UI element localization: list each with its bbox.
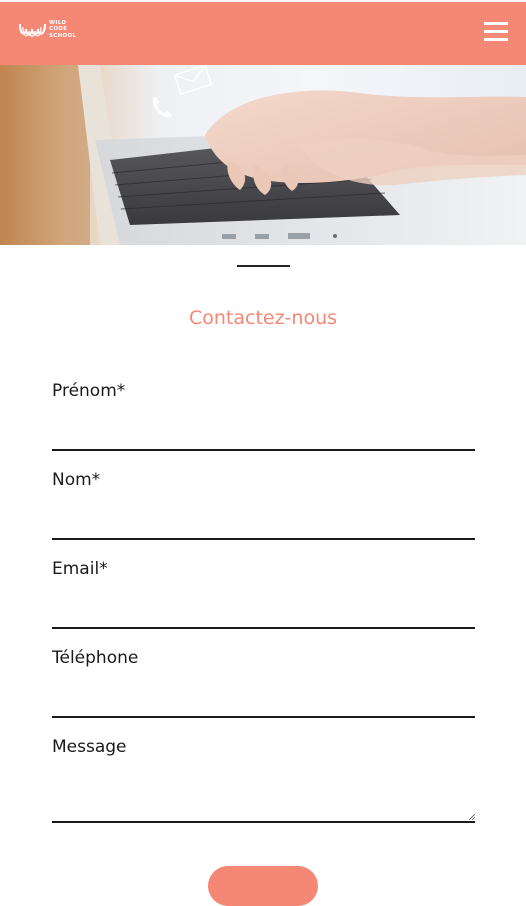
nom-label: Nom*	[52, 470, 101, 490]
laptop-typing-illustration	[0, 65, 526, 245]
message-textarea[interactable]	[52, 769, 475, 823]
prenom-label: Prénom*	[52, 381, 126, 401]
nom-input[interactable]	[52, 506, 475, 540]
wild-code-school-logo[interactable]: WILD CODE SCHOOL	[18, 19, 80, 45]
logo-text: WILD CODE SCHOOL	[49, 20, 77, 39]
envelope-icon	[173, 65, 213, 96]
logo-wave-icon	[19, 23, 46, 37]
site-header: WILD CODE SCHOOL	[0, 2, 526, 65]
telephone-label: Téléphone	[52, 648, 139, 668]
hero-image	[0, 65, 526, 245]
phone-icon	[153, 97, 172, 118]
hamburger-menu-icon[interactable]	[484, 20, 510, 44]
message-label: Message	[52, 737, 127, 757]
email-label: Email*	[52, 559, 108, 579]
email-input[interactable]	[52, 595, 475, 629]
section-divider	[237, 265, 290, 267]
prenom-input[interactable]	[52, 417, 475, 451]
page-title: Contactez-nous	[188, 307, 338, 329]
resize-grip-icon[interactable]	[469, 814, 475, 820]
submit-button[interactable]	[208, 866, 318, 906]
telephone-input[interactable]	[52, 684, 475, 718]
